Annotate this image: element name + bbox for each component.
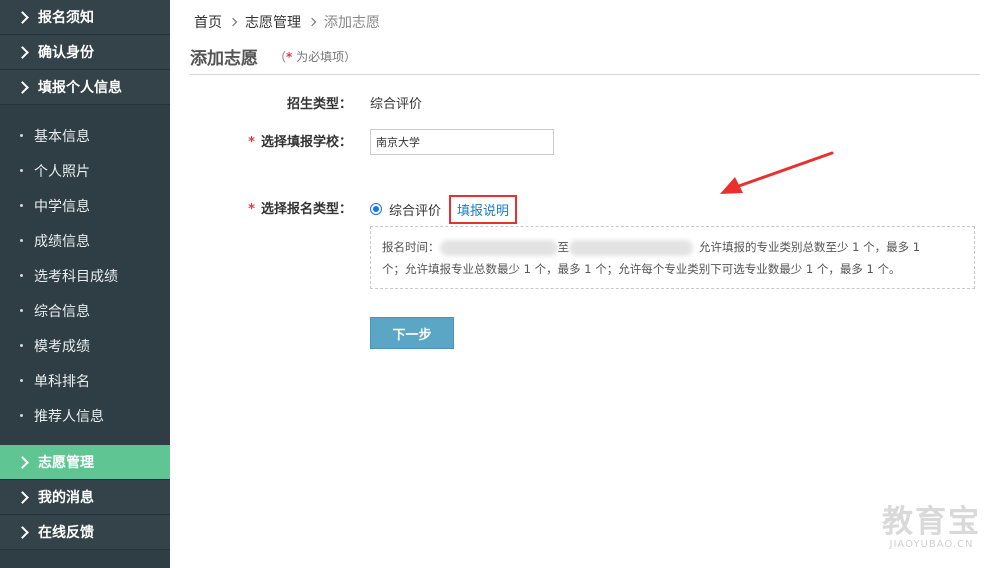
enroll-type-value: 综合评价: [370, 96, 423, 112]
personal-info-sub-list: 基本信息 个人照片 中学信息 成绩信息 选考科目成绩 综合信息 模考成绩 单科排…: [0, 105, 170, 445]
chevron-right-icon: [228, 17, 238, 27]
chevron-right-icon: [307, 17, 317, 27]
sub-item-recommender[interactable]: 推荐人信息: [0, 398, 170, 433]
next-step-button[interactable]: 下一步: [370, 317, 454, 349]
nav-section-label: 确认身份: [38, 45, 94, 61]
sub-item-photo[interactable]: 个人照片: [0, 153, 170, 188]
notice-to-word: 至: [557, 240, 570, 254]
breadcrumb-preference-management[interactable]: 志愿管理: [245, 12, 301, 32]
notice-text-part2: 个；允许填报专业总数最少 1 个，最多 1 个；允许每个专业类别下可选专业数最少…: [382, 262, 901, 276]
nav-section-label: 我的消息: [38, 490, 94, 506]
bullet-icon: [20, 239, 23, 242]
nav-section-label: 填报个人信息: [38, 80, 122, 96]
sub-item-label: 基本信息: [34, 128, 90, 145]
form-row-school: * 选择填报学校：: [190, 129, 554, 155]
main-content: 首页 志愿管理 添加志愿 添加志愿 （* 为必填项） 招生类型： 综合评价 * 选…: [190, 0, 980, 568]
apply-type-label: * 选择报名类型：: [190, 198, 352, 217]
breadcrumb: 首页 志愿管理 添加志愿: [194, 12, 380, 32]
sub-item-label: 选考科目成绩: [34, 268, 118, 285]
nav-top-sections: 报名须知 确认身份 填报个人信息: [0, 0, 170, 105]
sub-item-grades[interactable]: 成绩信息: [0, 223, 170, 258]
chevron-right-icon: [16, 491, 29, 504]
bullet-icon: [20, 274, 23, 277]
required-note-open: （: [274, 50, 287, 64]
watermark-url: JIAOYUBAO.CN: [889, 539, 974, 550]
notice-text-part1: 允许填报的专业类别总数至少 1 个，最多 1: [699, 240, 921, 254]
redacted-end-time: [569, 239, 693, 256]
chevron-right-icon: [16, 81, 29, 94]
sub-item-label: 单科排名: [34, 373, 90, 390]
sub-item-label: 个人照片: [34, 163, 90, 180]
required-star: *: [248, 201, 255, 217]
required-note: （* 为必填项）: [274, 48, 356, 65]
form-row-apply-type: * 选择报名类型： 综合评价 填报说明: [190, 194, 518, 224]
nav-section-preference-management[interactable]: 志愿管理: [0, 445, 170, 480]
nav-section-label: 报名须知: [38, 10, 94, 26]
page-header: 添加志愿 （* 为必填项）: [190, 44, 980, 75]
bullet-icon: [20, 309, 23, 312]
sub-item-label: 推荐人信息: [34, 408, 104, 425]
bullet-icon: [20, 414, 23, 417]
breadcrumb-current: 添加志愿: [324, 15, 380, 31]
nav-section-label: 志愿管理: [38, 455, 94, 471]
chevron-right-icon: [16, 456, 29, 469]
sub-item-elective-grades[interactable]: 选考科目成绩: [0, 258, 170, 293]
bullet-icon: [20, 169, 23, 172]
sub-item-mock-exam[interactable]: 模考成绩: [0, 328, 170, 363]
sub-item-comprehensive-info[interactable]: 综合信息: [0, 293, 170, 328]
enroll-type-label: 招生类型：: [286, 96, 352, 112]
help-link[interactable]: 填报说明: [449, 194, 518, 224]
sub-item-subject-ranking[interactable]: 单科排名: [0, 363, 170, 398]
nav-section-feedback[interactable]: 在线反馈: [0, 515, 170, 550]
nav-section-notice[interactable]: 报名须知: [0, 0, 170, 35]
nav-section-messages[interactable]: 我的消息: [0, 480, 170, 515]
nav-section-personal-info[interactable]: 填报个人信息: [0, 70, 170, 105]
breadcrumb-home[interactable]: 首页: [194, 12, 222, 32]
sub-item-label: 中学信息: [34, 198, 90, 215]
annotation-arrow-icon: [720, 151, 834, 194]
sidebar: 报名须知 确认身份 填报个人信息 基本信息 个人照片 中学信息 成绩信息 选考科…: [0, 0, 170, 568]
sub-item-basic-info[interactable]: 基本信息: [0, 118, 170, 153]
school-label-text: 选择填报学校：: [260, 135, 352, 150]
watermark-text: 教育宝: [882, 504, 981, 540]
form-row-enroll-type: 招生类型： 综合评价: [190, 92, 422, 112]
bullet-icon: [20, 134, 23, 137]
nav-section-confirm-identity[interactable]: 确认身份: [0, 35, 170, 70]
apply-type-option-label: 综合评价: [389, 203, 442, 219]
apply-type-radio[interactable]: [370, 203, 382, 215]
sub-item-label: 综合信息: [34, 303, 90, 320]
redacted-start-time: [439, 239, 558, 256]
bullet-icon: [20, 379, 23, 382]
watermark-logo: 教育宝 JIAOYUBAO.CN: [882, 496, 981, 550]
bullet-icon: [20, 344, 23, 347]
chevron-right-icon: [16, 46, 29, 59]
page-title: 添加志愿: [190, 49, 258, 69]
required-star: *: [248, 135, 255, 150]
apply-type-label-text: 选择报名类型：: [260, 201, 352, 217]
sub-item-school-info[interactable]: 中学信息: [0, 188, 170, 223]
chevron-right-icon: [16, 11, 29, 24]
notice-box: 报名时间： 至 允许填报的专业类别总数至少 1 个，最多 1 个；允许填报专业总数最…: [370, 226, 975, 289]
school-label: * 选择填报学校：: [190, 131, 352, 150]
nav-section-label: 在线反馈: [38, 525, 94, 541]
chevron-right-icon: [16, 526, 29, 539]
bullet-icon: [20, 204, 23, 207]
required-note-text: 为必填项）: [292, 50, 357, 64]
sub-item-label: 成绩信息: [34, 233, 90, 250]
nav-bottom-sections: 志愿管理 我的消息 在线反馈: [0, 445, 170, 550]
notice-time-label: 报名时间：: [382, 240, 440, 254]
sub-item-label: 模考成绩: [34, 338, 90, 355]
school-input[interactable]: [370, 129, 554, 155]
